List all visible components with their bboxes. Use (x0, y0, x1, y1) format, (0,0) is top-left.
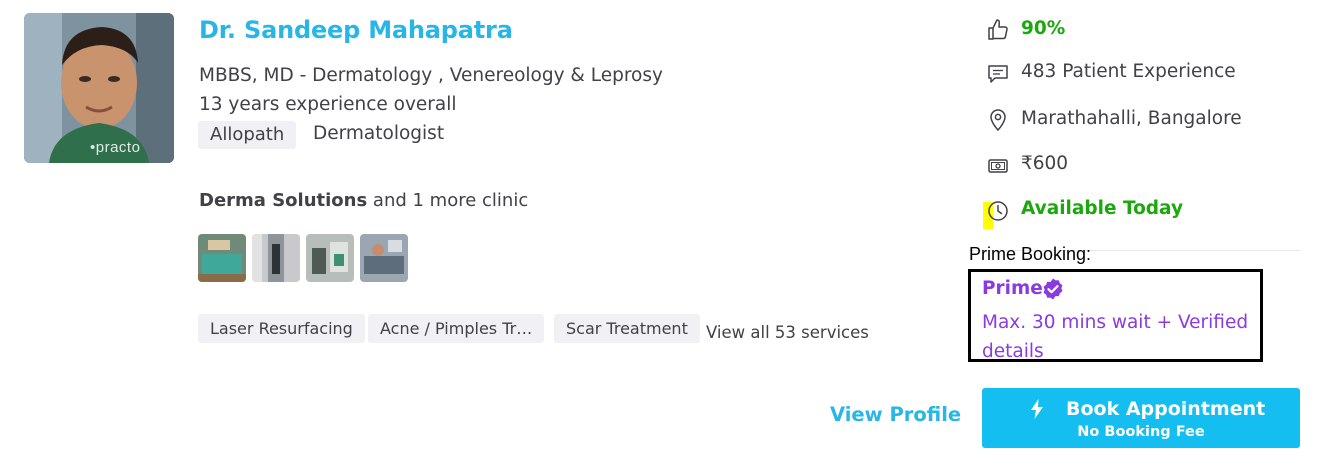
service-chip-laser[interactable]: Laser Resurfacing (198, 314, 365, 343)
patient-experience[interactable]: 483 Patient Experience (1021, 61, 1236, 82)
prime-description: Max. 30 mins wait + Verified details (982, 312, 1249, 362)
clinic-name[interactable]: Derma Solutions (199, 190, 367, 211)
photo-watermark: •practo (90, 139, 141, 156)
doctor-photo[interactable]: •practo (24, 13, 174, 163)
clock-icon (988, 201, 1008, 221)
chat-icon (988, 65, 1008, 83)
view-profile-link[interactable]: View Profile (830, 403, 961, 426)
money-icon (988, 159, 1008, 173)
clinic-info: Derma Solutions and 1 more clinic (199, 190, 528, 211)
availability-status: Available Today (1021, 198, 1184, 219)
book-appointment-button[interactable]: Book Appointment No Booking Fee (982, 388, 1300, 448)
medicine-system-tag: Allopath (198, 121, 297, 149)
doctor-name[interactable]: Dr. Sandeep Mahapatra (199, 16, 513, 44)
service-chip-acne[interactable]: Acne / Pimples Tr… (368, 314, 545, 343)
location-pin-icon (990, 109, 1006, 132)
verified-check-icon (1043, 278, 1063, 300)
consultation-fee: ₹600 (1021, 153, 1069, 174)
clinic-location: Marathahalli, Bangalore (1021, 108, 1242, 129)
prime-title: Prime (982, 278, 1043, 299)
more-clinics: and 1 more clinic (372, 190, 529, 211)
thumbs-up-icon (988, 19, 1008, 40)
clinic-photo-3[interactable] (306, 234, 354, 282)
service-chip-scar[interactable]: Scar Treatment (554, 314, 700, 343)
prime-booking-label: Prime Booking: (969, 244, 1092, 264)
doctor-qualification: MBBS, MD - Dermatology , Venereology & L… (199, 65, 663, 86)
view-all-services-link[interactable]: View all 53 services (706, 323, 869, 342)
book-appointment-label: Book Appointment (1066, 398, 1266, 420)
recommendation-percent: 90% (1021, 18, 1066, 39)
bolt-icon (1031, 399, 1043, 419)
clinic-photo-1[interactable] (198, 234, 246, 282)
clinic-photo-2[interactable] (252, 234, 300, 282)
doctor-experience: 13 years experience overall (199, 94, 457, 115)
no-booking-fee-label: No Booking Fee (1077, 424, 1205, 440)
clinic-photo-4[interactable] (360, 234, 408, 282)
doctor-specialty: Dermatologist (313, 123, 445, 144)
